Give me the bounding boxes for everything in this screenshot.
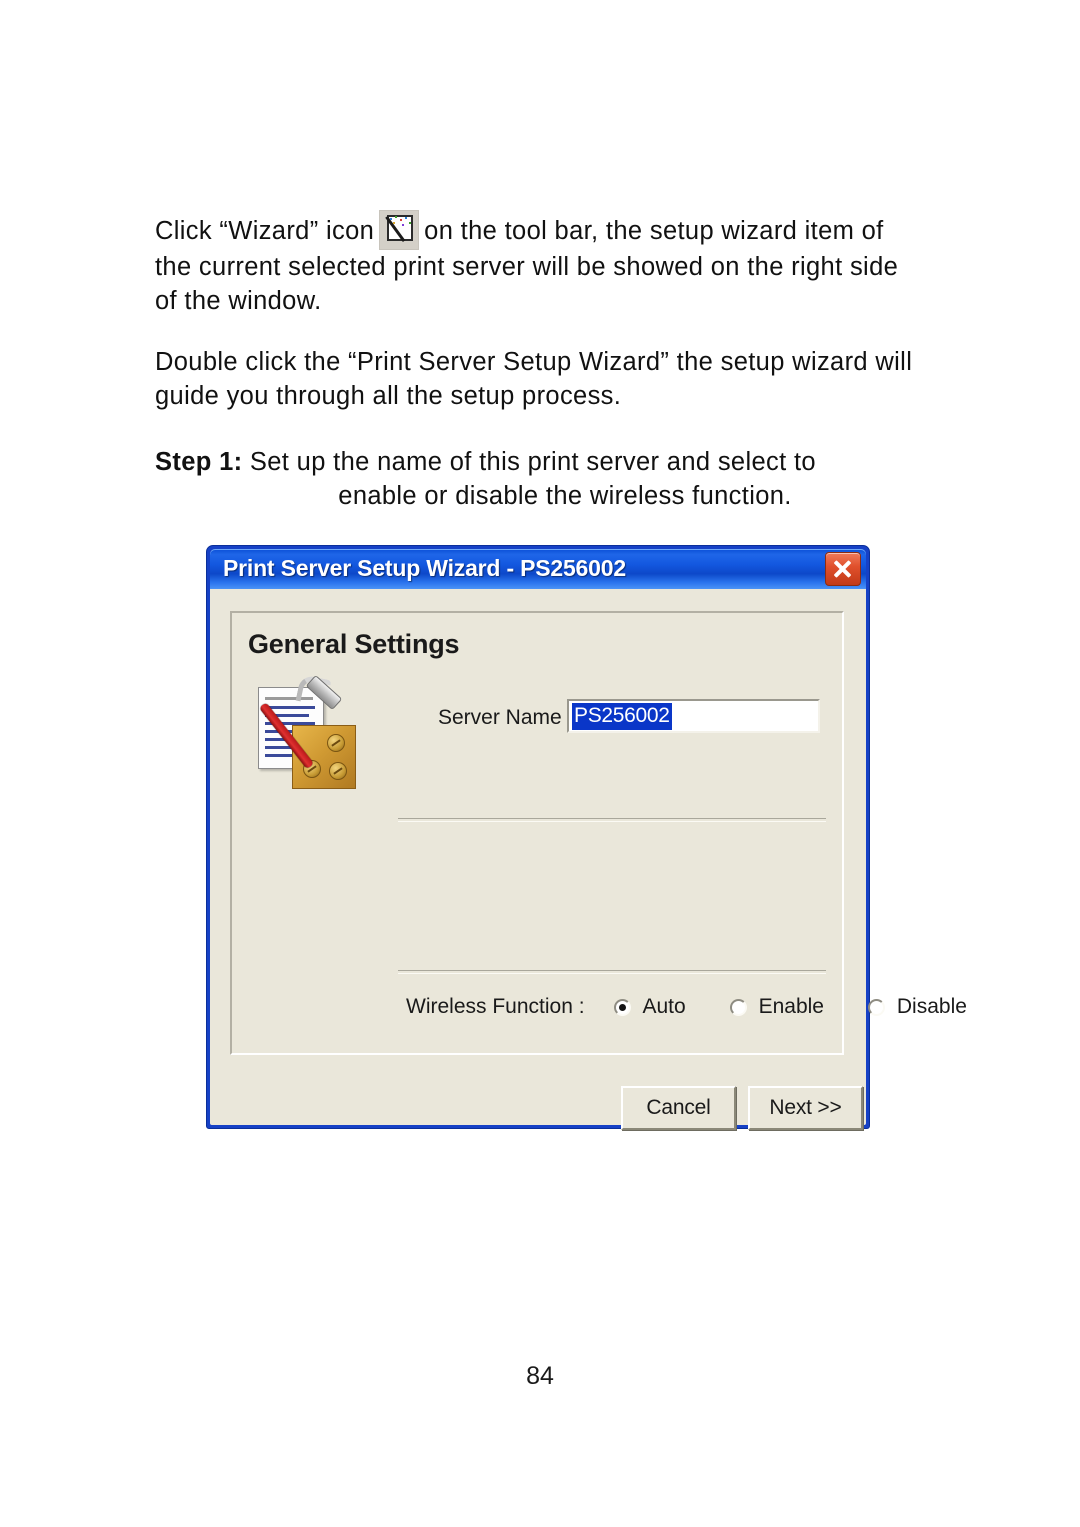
dialog-title: Print Server Setup Wizard - PS256002 [223,555,626,581]
separator-top [398,818,826,822]
paragraph-step-1: Step 1: Set up the name of this print se… [155,445,915,513]
radio-enable-label: Enable [758,995,824,1018]
cancel-button[interactable]: Cancel [621,1086,736,1130]
radio-auto-label: Auto [642,995,686,1018]
step-line-2: enable or disable the wireless function. [338,482,792,510]
print-server-setup-wizard-dialog: Print Server Setup Wizard - PS256002 Gen… [206,545,967,1130]
radio-wireless-disable[interactable]: Disable [868,995,967,1019]
paragraph-1-before-icon: Click “Wizard” icon [155,217,375,245]
dialog-body: General Settings Server Name: PS256002 … [210,589,967,1130]
paragraph-click-wizard: Click “Wizard” icon on the tool bar, the … [155,210,915,318]
document-hammer-tools-icon [254,674,362,789]
radio-disable-label: Disable [896,995,967,1018]
server-name-value: PS256002 [572,703,672,730]
radio-wireless-auto[interactable]: Auto [614,995,686,1019]
radio-wireless-enable[interactable]: Enable [730,995,824,1019]
wizard-wand-icon [379,210,420,250]
server-name-input[interactable]: PS256002 [567,699,820,733]
paragraph-double-click: Double click the “Print Server Setup Wiz… [155,348,913,410]
radio-enable-indicator [730,998,748,1016]
dialog-titlebar[interactable]: Print Server Setup Wizard - PS256002 [210,549,866,589]
separator-bottom [398,970,826,974]
radio-auto-indicator [614,998,632,1016]
close-icon[interactable] [825,552,861,586]
step-label: Step 1: [155,448,243,476]
wireless-function-row: Wireless Function : Auto Enable Disable [406,995,967,1025]
step-line-1: Set up the name of this print server and… [242,448,816,476]
dialog-chrome: Print Server Setup Wizard - PS256002 Gen… [210,549,967,1130]
server-name-row: Server Name : PS256002 [438,699,824,737]
general-settings-panel: General Settings Server Name: PS256002 … [230,611,967,1055]
wireless-function-label: Wireless Function : [406,995,585,1018]
next-button[interactable]: Next >> [748,1086,863,1130]
group-title: General Settings [248,629,460,659]
server-name-label: Server Name : [438,706,574,729]
page-number: 84 [526,1362,554,1390]
radio-disable-indicator [868,998,886,1016]
